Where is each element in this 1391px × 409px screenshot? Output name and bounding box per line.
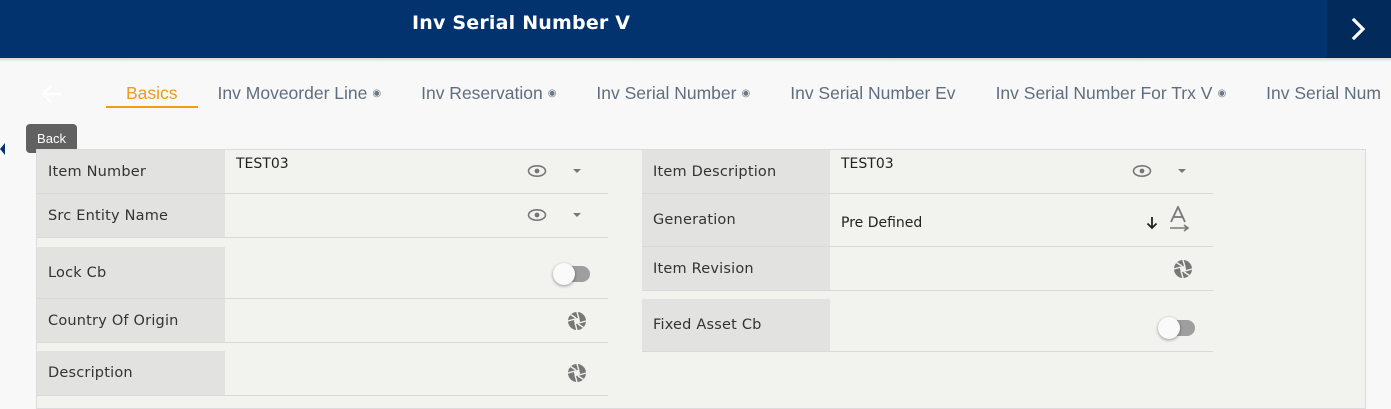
field-value: Pre Defined: [841, 215, 923, 231]
lock-cb-toggle-cell: [225, 247, 608, 298]
back-button[interactable]: [38, 80, 66, 108]
link-icon: ◉: [547, 88, 557, 99]
field-item-number: Item Number TEST03: [37, 150, 608, 194]
fixed-asset-cb-toggle-cell: [830, 299, 1213, 351]
top-bar-shadow: [0, 58, 1391, 62]
field-value: TEST03: [236, 156, 289, 172]
next-button[interactable]: [1327, 0, 1391, 58]
field-label: Src Entity Name: [37, 194, 225, 237]
lock-cb-toggle[interactable]: [553, 263, 590, 285]
tab-label: Inv Serial Number: [596, 83, 737, 103]
back-arrow-icon: [41, 85, 61, 103]
eye-icon[interactable]: [1132, 164, 1152, 178]
tab-basics[interactable]: Basics: [106, 78, 198, 108]
field-value: TEST03: [841, 156, 894, 172]
text-format-icon[interactable]: [1168, 206, 1192, 232]
aperture-icon[interactable]: [567, 363, 587, 383]
sort-down-icon[interactable]: [1146, 216, 1158, 230]
description-input[interactable]: [225, 351, 608, 395]
tab-label: Inv Reservation: [421, 83, 543, 103]
tab-label: Inv Moveorder Line: [217, 83, 368, 103]
tab-inv-serial-num[interactable]: Inv Serial Num: [1266, 78, 1381, 108]
link-icon: ◉: [741, 88, 751, 99]
item-revision-input[interactable]: [830, 247, 1213, 290]
side-drawer-handle[interactable]: [0, 143, 5, 155]
field-label: Item Description: [642, 150, 830, 193]
tab-label: Basics: [126, 83, 178, 103]
toggle-knob: [1158, 317, 1180, 339]
aperture-icon[interactable]: [1173, 259, 1193, 279]
item-number-input[interactable]: TEST03: [225, 150, 608, 193]
eye-icon[interactable]: [527, 208, 547, 222]
eye-icon[interactable]: [527, 164, 547, 178]
field-label: Fixed Asset Cb: [642, 299, 830, 351]
caret-down-icon[interactable]: [1177, 168, 1187, 174]
toggle-knob: [553, 263, 575, 285]
field-label: Lock Cb: [37, 247, 225, 298]
fixed-asset-cb-toggle[interactable]: [1158, 317, 1195, 339]
generation-select[interactable]: Pre Defined: [830, 194, 1213, 246]
tab-label: Inv Serial Num: [1266, 83, 1381, 103]
tab-inv-moveorder-line[interactable]: Inv Moveorder Line ◉: [218, 78, 382, 108]
page-title: Inv Serial Number V: [412, 12, 631, 34]
record-form: Item Number TEST03 Src Entity Name Lock …: [36, 149, 1366, 409]
field-label: Generation: [642, 194, 830, 246]
country-of-origin-input[interactable]: [225, 299, 608, 342]
tab-bar: Basics Inv Moveorder Line ◉ Inv Reservati…: [106, 78, 1391, 108]
tab-inv-serial-number-ev[interactable]: Inv Serial Number Ev: [790, 78, 955, 108]
caret-down-icon[interactable]: [572, 212, 582, 218]
field-src-entity-name: Src Entity Name: [37, 194, 608, 238]
field-label: Item Revision: [642, 247, 830, 290]
item-description-input[interactable]: TEST03: [830, 150, 1213, 193]
caret-down-icon[interactable]: [572, 168, 582, 174]
field-fixed-asset-cb: Fixed Asset Cb: [642, 299, 1213, 352]
field-country-of-origin: Country Of Origin: [37, 299, 608, 343]
field-description: Description: [37, 351, 608, 396]
tab-inv-serial-number-for-trx-v[interactable]: Inv Serial Number For Trx V ◉: [996, 78, 1227, 108]
field-lock-cb: Lock Cb: [37, 247, 608, 299]
top-bar: Inv Serial Number V: [0, 0, 1391, 58]
tab-label: Inv Serial Number For Trx V: [995, 83, 1213, 103]
tab-inv-serial-number[interactable]: Inv Serial Number ◉: [596, 78, 750, 108]
chevron-right-icon: [1351, 18, 1366, 40]
src-entity-name-input[interactable]: [225, 194, 608, 237]
link-icon: ◉: [1217, 88, 1227, 99]
tab-label: Inv Serial Number Ev: [790, 83, 956, 103]
aperture-icon[interactable]: [567, 311, 587, 331]
field-label: Description: [37, 351, 225, 395]
field-label: Country Of Origin: [37, 299, 225, 342]
field-item-description: Item Description TEST03: [642, 150, 1213, 194]
field-generation: Generation Pre Defined: [642, 194, 1213, 247]
link-icon: ◉: [372, 88, 382, 99]
tab-inv-reservation[interactable]: Inv Reservation ◉: [421, 78, 556, 108]
field-item-revision: Item Revision: [642, 247, 1213, 291]
field-label: Item Number: [37, 150, 225, 193]
